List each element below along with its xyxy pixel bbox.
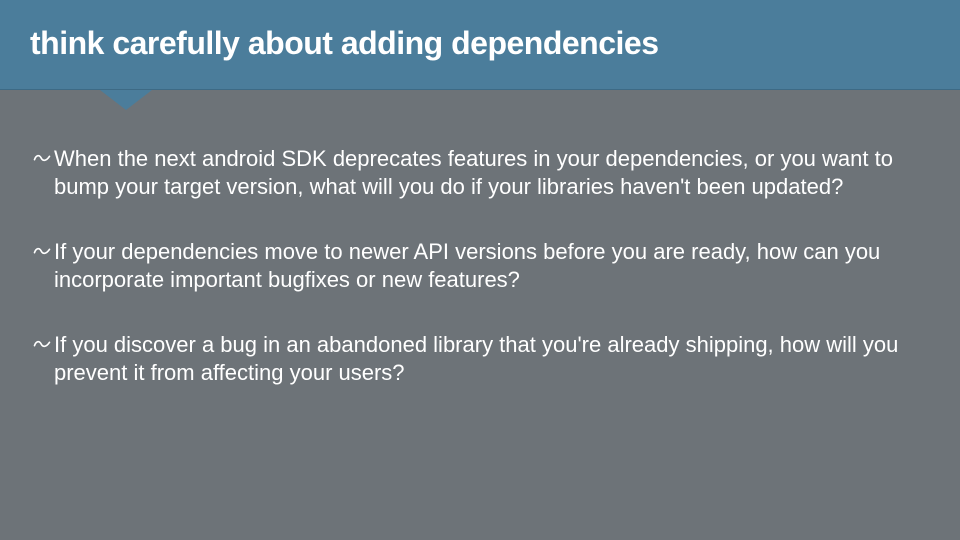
bullet-item: If your dependencies move to newer API v… [32,238,928,293]
bullet-item: When the next android SDK deprecates fea… [32,145,928,200]
bullet-scribble-icon [32,334,52,356]
slide-content: When the next android SDK deprecates fea… [0,90,960,386]
slide-header: think carefully about adding dependencie… [0,0,960,90]
bullet-scribble-icon [32,241,52,263]
bullet-text: If your dependencies move to newer API v… [54,238,928,293]
bullet-text: If you discover a bug in an abandoned li… [54,331,928,386]
slide-title: think carefully about adding dependencie… [0,0,960,62]
header-notch [100,90,152,110]
bullet-text: When the next android SDK deprecates fea… [54,145,928,200]
bullet-scribble-icon [32,148,52,170]
bullet-item: If you discover a bug in an abandoned li… [32,331,928,386]
